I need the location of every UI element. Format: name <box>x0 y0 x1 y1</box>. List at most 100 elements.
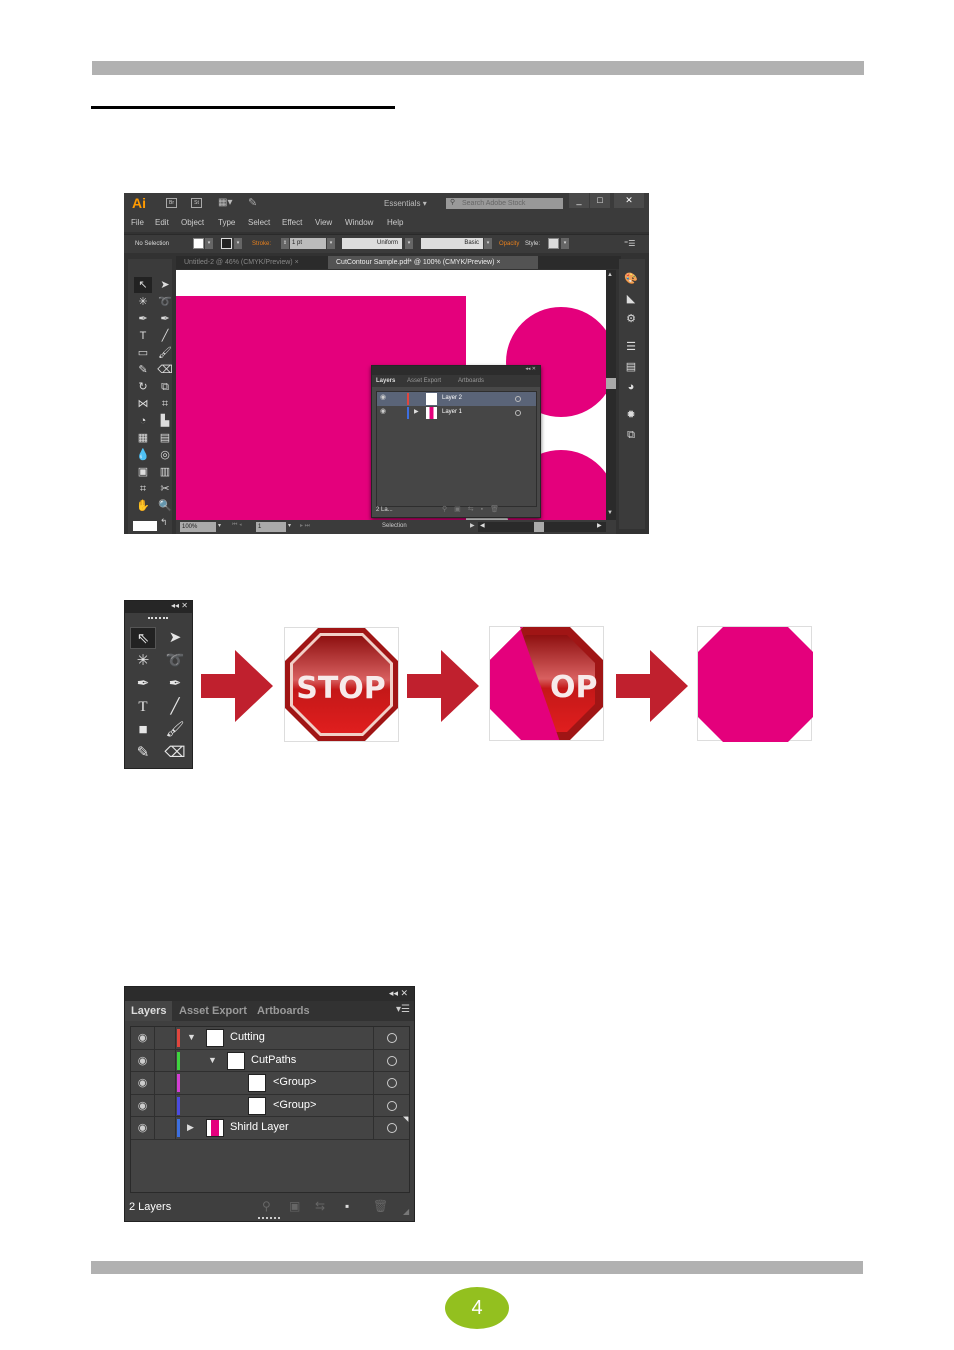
status-menu-icon[interactable]: ▶ <box>470 522 475 529</box>
selection-tool-icon[interactable]: ↖ <box>134 277 152 293</box>
target-circle-icon[interactable] <box>387 1055 397 1066</box>
brush-dropdown[interactable]: ▾ <box>484 238 492 249</box>
target-circle-icon[interactable] <box>387 1033 397 1043</box>
slice-tool-icon[interactable]: ✂ <box>156 481 174 497</box>
maximize-button[interactable]: □ <box>590 193 610 208</box>
lasso-tool-icon[interactable]: ➰ <box>162 650 188 672</box>
tab-layers[interactable]: Layers <box>125 1001 173 1021</box>
shape-builder-tool-icon[interactable]: ◔ <box>134 413 152 429</box>
graphic-style-swatch[interactable] <box>548 238 559 249</box>
layer-row[interactable]: ◉ <Group> <box>131 1072 409 1095</box>
color-guide-icon[interactable]: ◣ <box>623 291 639 307</box>
horizontal-scrollbar[interactable]: ◀ ▶ <box>478 522 606 532</box>
tab-untitled-2[interactable]: Untitled-2 @ 46% (CMYK/Preview) × <box>176 256 326 269</box>
stroke-swatch[interactable] <box>221 238 232 249</box>
layer-name[interactable]: Layer 1 <box>442 409 462 415</box>
workspace-switcher[interactable]: Essentials ▾ <box>384 199 427 208</box>
blend-tool-icon[interactable]: ◎ <box>156 447 174 463</box>
line-tool-icon[interactable]: ╱ <box>162 696 188 718</box>
scroll-thumb[interactable] <box>606 378 616 389</box>
layer-name[interactable]: Cutting <box>230 1031 265 1043</box>
menu-help[interactable]: Help <box>387 218 403 227</box>
minimize-button[interactable]: _ <box>569 193 589 208</box>
visibility-eye-icon[interactable]: ◉ <box>380 407 386 415</box>
tab-artboards[interactable]: Artboards <box>251 1001 316 1021</box>
direct-selection-tool-icon[interactable]: ➤ <box>162 627 188 649</box>
close-button[interactable]: ✕ <box>614 193 644 208</box>
eraser-tool-icon[interactable]: ⌫ <box>156 362 174 378</box>
artboard-tool-icon[interactable]: ⌗ <box>134 481 152 497</box>
rectangle-tool-icon[interactable]: ▭ <box>134 345 152 361</box>
expand-triangle-icon[interactable]: ▼ <box>208 1055 217 1065</box>
menu-edit[interactable]: Edit <box>155 218 169 227</box>
variable-width-profile[interactable]: Uniform <box>342 238 402 249</box>
artboard-dropdown[interactable]: ▾ <box>288 522 291 529</box>
artboard-next-icons[interactable]: ▸ ⏭ <box>300 522 310 530</box>
target-cell[interactable] <box>373 1072 409 1094</box>
lock-toggle[interactable] <box>155 1049 176 1072</box>
panel-menu-icon[interactable]: ⁼☰ <box>624 239 635 248</box>
curvature-tool-icon[interactable]: ✒ <box>156 311 174 327</box>
artboard-number-input[interactable]: 1 <box>256 522 286 532</box>
tab-artboards[interactable]: Artboards <box>458 375 484 387</box>
transparency-icon[interactable]: ◕ <box>623 379 639 395</box>
perspective-grid-tool-icon[interactable]: ▙ <box>156 413 174 429</box>
visibility-eye-icon[interactable]: ◉ <box>131 1072 155 1094</box>
lock-toggle[interactable] <box>155 1027 176 1049</box>
pen-tool-icon[interactable]: ✒ <box>134 311 152 327</box>
artboard-prev-icons[interactable]: ⏮ ◂ <box>232 522 242 529</box>
zoom-level-input[interactable]: 100% <box>180 522 216 532</box>
lasso-tool-icon[interactable]: ➰ <box>156 294 174 310</box>
lock-toggle[interactable] <box>155 1094 176 1117</box>
symbols-icon[interactable]: ⚙ <box>623 311 639 327</box>
layer-row[interactable]: ◉ Layer 2 <box>377 392 536 406</box>
expand-triangle-icon[interactable]: ▶ <box>414 408 419 415</box>
visibility-eye-icon[interactable]: ◉ <box>131 1117 155 1139</box>
layers-dock-icon[interactable]: ⧉ <box>623 427 639 443</box>
stroke-weight-dropdown[interactable]: ▾ <box>327 238 335 249</box>
eraser-tool-icon[interactable]: ⌫ <box>162 742 188 764</box>
layer-row[interactable]: ◉ ▼ CutPaths <box>131 1049 409 1072</box>
eyedropper-tool-icon[interactable]: 💧 <box>134 447 152 463</box>
artboard-canvas[interactable]: ◂◂ ✕ Layers Asset Export Artboards ◉ Lay… <box>176 270 606 520</box>
visibility-eye-icon[interactable]: ◉ <box>131 1049 155 1072</box>
stroke-dropdown[interactable]: ▾ <box>234 238 242 249</box>
tab-cutcontour-sample[interactable]: CutContour Sample.pdf* @ 100% (CMYK/Prev… <box>328 256 538 269</box>
toolbox-header[interactable]: ◂◂ ✕ <box>125 601 192 613</box>
free-transform-tool-icon[interactable]: ⌗ <box>156 396 174 412</box>
lock-toggle[interactable] <box>155 1072 176 1094</box>
layer-name[interactable]: <Group> <box>273 1076 316 1088</box>
visibility-eye-icon[interactable]: ◉ <box>131 1094 155 1117</box>
expand-triangle-icon[interactable]: ▶ <box>187 1122 194 1133</box>
create-sublayer-icon[interactable]: ⇆ <box>315 1199 325 1213</box>
brush-definition[interactable]: Basic <box>421 238 483 249</box>
target-cell[interactable] <box>373 1049 409 1072</box>
expand-triangle-icon[interactable]: ▼ <box>187 1032 196 1042</box>
hand-tool-icon[interactable]: ✋ <box>134 498 152 514</box>
scroll-right-icon[interactable]: ▶ <box>597 522 602 529</box>
line-tool-icon[interactable]: ╱ <box>156 328 174 344</box>
gradient-panel-icon[interactable]: ▤ <box>623 359 639 375</box>
layer-name[interactable]: Layer 2 <box>442 395 462 401</box>
profile-dropdown[interactable]: ▾ <box>405 238 413 249</box>
width-tool-icon[interactable]: ⋈ <box>134 396 152 412</box>
menu-view[interactable]: View <box>315 218 332 227</box>
stroke-panel-icon[interactable]: ☰ <box>623 339 639 355</box>
magic-wand-tool-icon[interactable]: ✳ <box>130 650 156 672</box>
arrange-docs-icon[interactable]: ▦▾ <box>218 197 232 208</box>
locate-object-icon[interactable]: ⚲ <box>262 1199 271 1213</box>
column-graph-tool-icon[interactable]: ▥ <box>156 464 174 480</box>
zoom-tool-icon[interactable]: 🔍 <box>156 498 174 514</box>
stroke-label[interactable]: Stroke: <box>252 241 271 247</box>
layer-name[interactable]: Shirld Layer <box>230 1121 289 1133</box>
tab-asset-export[interactable]: Asset Export <box>407 375 441 387</box>
menu-file[interactable]: File <box>131 218 144 227</box>
panel-menu-icon[interactable]: ▾☰ <box>396 1004 410 1015</box>
zoom-dropdown[interactable]: ▾ <box>218 522 221 529</box>
gpu-performance-icon[interactable]: ✎ <box>248 196 257 209</box>
stroke-weight-stepper[interactable]: ⇕ <box>281 238 289 249</box>
type-tool-icon[interactable]: T <box>130 696 156 718</box>
menu-window[interactable]: Window <box>345 218 373 227</box>
menu-effect[interactable]: Effect <box>282 218 302 227</box>
panel-footer-icons[interactable]: ⚲▣⇆▪🗑 <box>442 505 506 513</box>
